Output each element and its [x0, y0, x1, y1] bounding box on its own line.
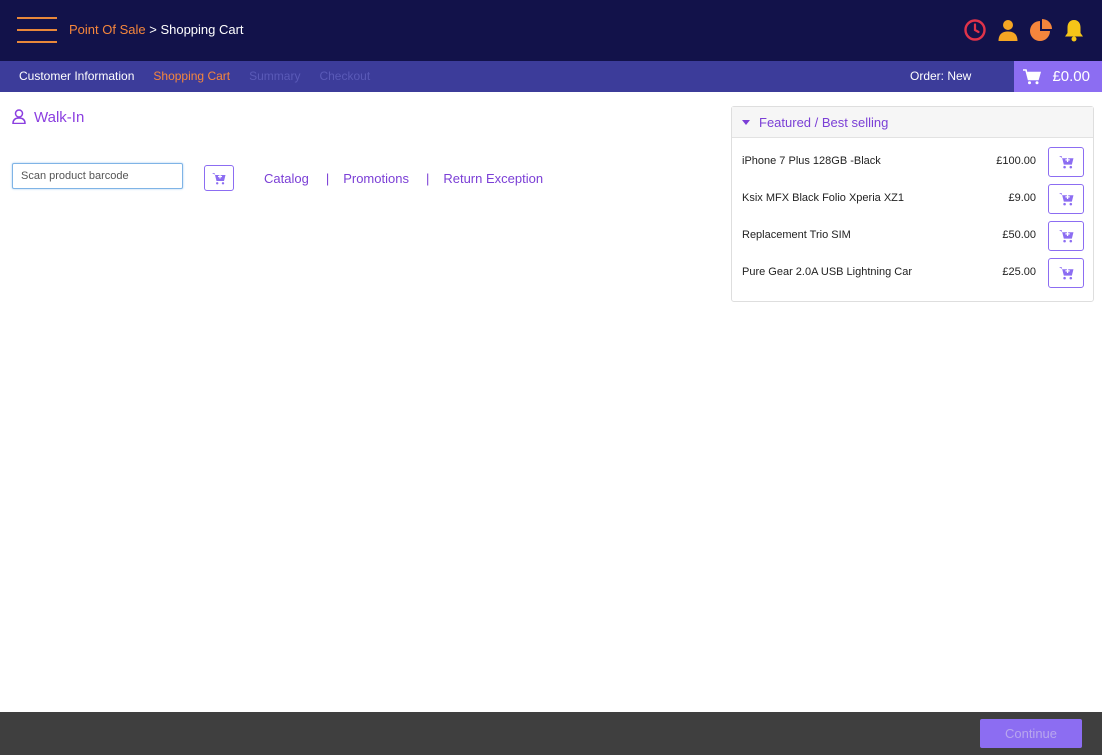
breadcrumb: Point Of Sale > Shopping Cart	[69, 22, 244, 37]
barcode-scan-input[interactable]	[12, 163, 183, 189]
product-row: iPhone 7 Plus 128GB -Black £100.00	[732, 143, 1093, 180]
cart-icon	[1023, 68, 1042, 84]
product-price: £9.00	[1008, 192, 1036, 204]
product-row: Pure Gear 2.0A USB Lightning Car £25.00	[732, 254, 1093, 291]
link-separator: |	[325, 171, 330, 186]
add-to-cart-icon	[1058, 156, 1073, 169]
add-to-cart-icon	[1058, 230, 1073, 243]
product-price: £100.00	[996, 155, 1036, 167]
product-price: £50.00	[1002, 229, 1036, 241]
header-icons	[963, 18, 1086, 42]
product-name: Pure Gear 2.0A USB Lightning Car	[742, 266, 912, 278]
cart-action-links: Catalog | Promotions | Return Exception	[264, 171, 543, 186]
user-icon[interactable]	[996, 18, 1020, 42]
footer-bar	[0, 712, 1102, 755]
step-shopping-cart[interactable]: Shopping Cart	[153, 69, 230, 83]
breadcrumb-current: Shopping Cart	[160, 22, 244, 37]
step-checkout: Checkout	[319, 69, 371, 83]
breadcrumb-separator: >	[145, 22, 161, 37]
add-to-cart-icon	[1058, 193, 1073, 206]
add-product-to-cart-button[interactable]	[1048, 184, 1084, 214]
breadcrumb-point-of-sale[interactable]: Point Of Sale	[69, 22, 146, 37]
link-separator: |	[425, 171, 430, 186]
clock-icon[interactable]	[963, 18, 987, 42]
product-row: Ksix MFX Black Folio Xperia XZ1 £9.00	[732, 180, 1093, 217]
step-summary: Summary	[249, 69, 301, 83]
scan-add-to-cart-button[interactable]	[204, 165, 234, 191]
user-outline-icon	[12, 109, 26, 125]
featured-panel-header[interactable]: Featured / Best selling	[732, 107, 1093, 138]
continue-button[interactable]: Continue	[980, 719, 1082, 748]
bell-icon[interactable]	[1062, 18, 1086, 42]
add-to-cart-icon	[1058, 267, 1073, 280]
add-to-cart-icon	[212, 172, 226, 184]
hamburger-menu-icon[interactable]	[17, 16, 57, 44]
product-name: Ksix MFX Black Folio Xperia XZ1	[742, 192, 904, 204]
product-price: £25.00	[1002, 266, 1036, 278]
add-product-to-cart-button[interactable]	[1048, 147, 1084, 177]
order-status: Order: New	[910, 69, 972, 83]
return-exception-link[interactable]: Return Exception	[443, 171, 543, 186]
top-header: Point Of Sale > Shopping Cart	[0, 0, 1102, 61]
add-product-to-cart-button[interactable]	[1048, 221, 1084, 251]
add-product-to-cart-button[interactable]	[1048, 258, 1084, 288]
customer-name-link[interactable]: Walk-In	[12, 107, 92, 129]
product-name: Replacement Trio SIM	[742, 229, 851, 241]
featured-products-panel: Featured / Best selling iPhone 7 Plus 12…	[731, 106, 1094, 302]
step-list: Customer Information Shopping Cart Summa…	[19, 69, 370, 83]
caret-down-icon	[742, 119, 750, 125]
customer-name: Walk-In	[34, 109, 85, 126]
cart-total-amount: £0.00	[1052, 68, 1090, 85]
cart-total-button[interactable]: £0.00	[1014, 61, 1102, 92]
pie-chart-icon[interactable]	[1029, 18, 1053, 42]
featured-panel-title: Featured / Best selling	[759, 114, 889, 130]
step-customer-information[interactable]: Customer Information	[19, 69, 134, 83]
promotions-link[interactable]: Promotions	[343, 171, 409, 186]
product-name: iPhone 7 Plus 128GB -Black	[742, 155, 881, 167]
product-row: Replacement Trio SIM £50.00	[732, 217, 1093, 254]
catalog-link[interactable]: Catalog	[264, 171, 309, 186]
